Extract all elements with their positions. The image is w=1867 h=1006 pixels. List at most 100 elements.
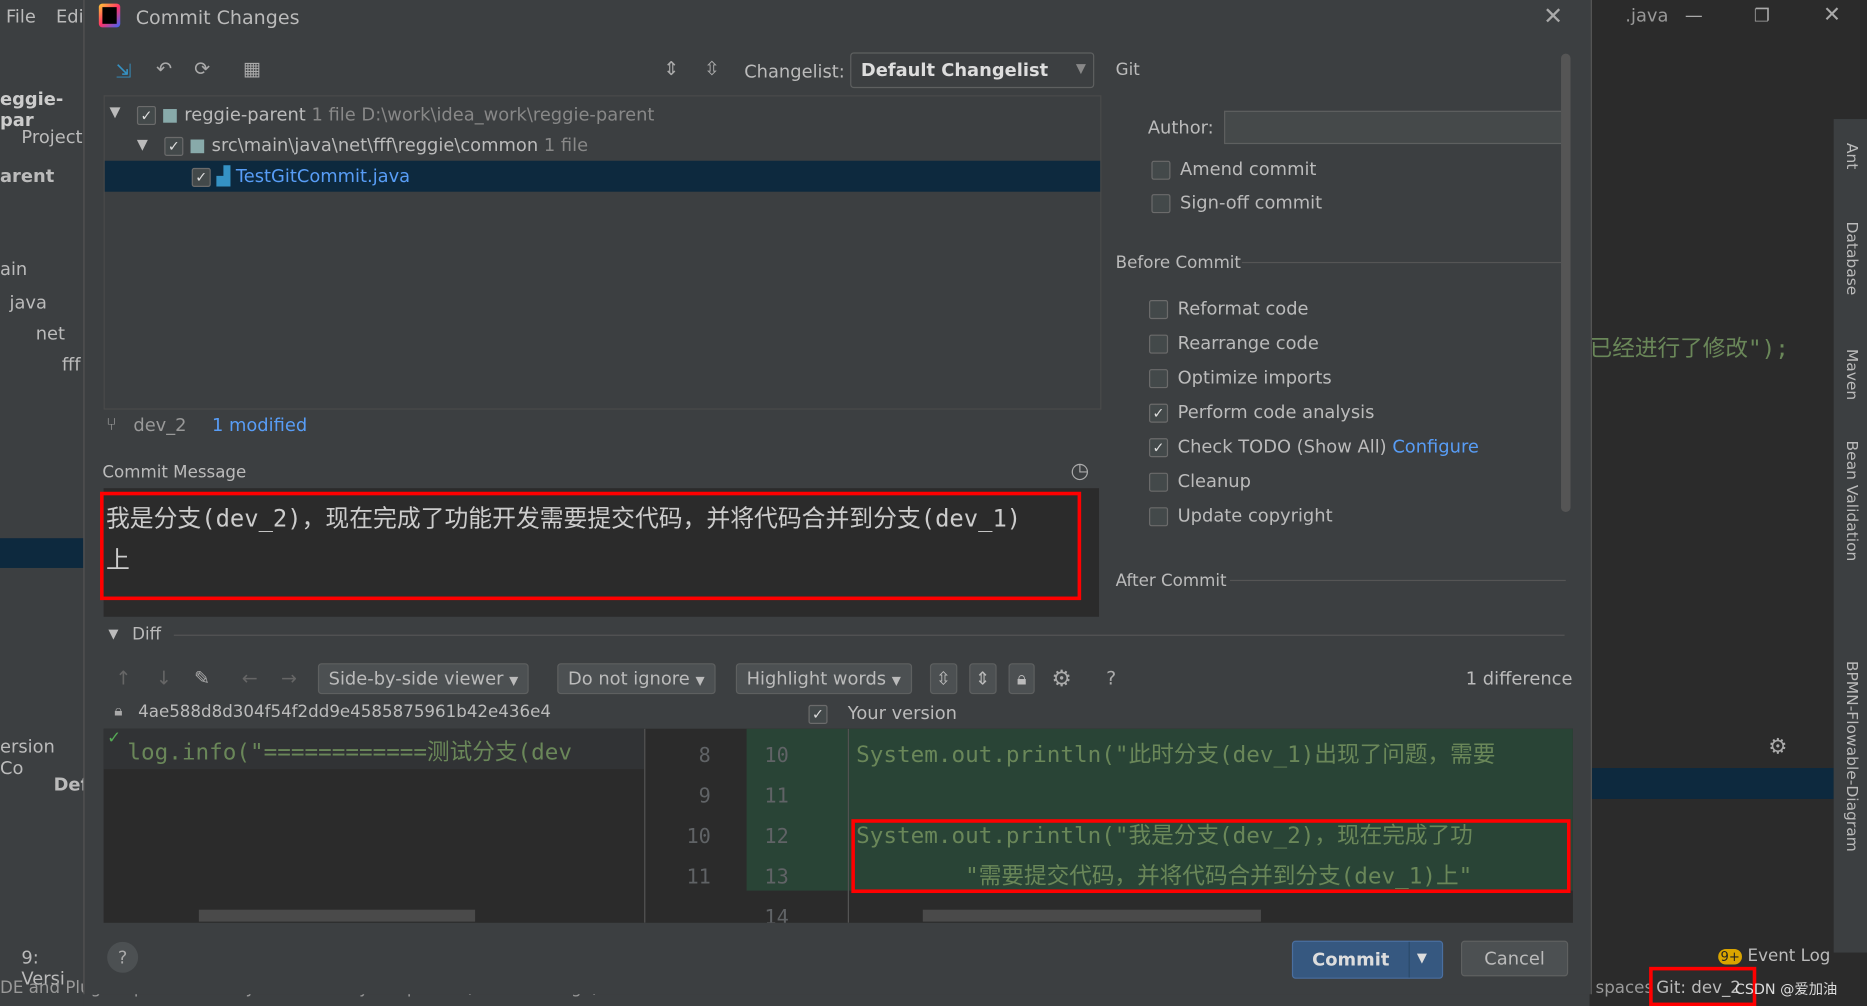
highlight-dropdown[interactable]: Highlight words ▼ xyxy=(735,663,912,695)
gear-icon[interactable]: ⚙ xyxy=(1768,735,1787,760)
expand-arrow-icon[interactable]: ▼ xyxy=(110,104,121,121)
sync-scroll-icon[interactable]: ⇕ xyxy=(969,663,997,695)
left-hscrollbar[interactable] xyxy=(198,909,476,922)
collapse-all-icon[interactable]: ⇳ xyxy=(704,57,720,80)
expand-all-icon[interactable]: ⇕ xyxy=(663,57,679,80)
dialog-title: Commit Changes xyxy=(135,5,300,29)
checkbox[interactable]: ✓ xyxy=(136,105,156,125)
group-by-icon[interactable]: ▦ xyxy=(243,57,261,80)
project-tab[interactable]: Project xyxy=(21,126,82,147)
tree-item[interactable]: fff xyxy=(62,354,81,375)
tool-maven[interactable]: Maven xyxy=(1842,348,1860,399)
minimize-icon[interactable]: — xyxy=(1685,5,1703,26)
tree-item[interactable]: java xyxy=(10,292,47,313)
menu-edit[interactable]: Edi xyxy=(56,6,84,27)
option-label: Cleanup xyxy=(1177,470,1251,492)
close-window-icon[interactable]: ✕ xyxy=(1823,2,1841,27)
amend-commit-checkbox[interactable] xyxy=(1151,160,1171,180)
chevron-down-icon: ▼ xyxy=(891,675,901,689)
viewer-value: Side-by-side viewer xyxy=(328,667,504,690)
close-icon[interactable]: ✕ xyxy=(1543,1,1563,30)
watermark: CSDN @爱加油 xyxy=(1734,981,1838,998)
options-scrollbar[interactable] xyxy=(1561,53,1571,513)
ide-left-background: File Edi eggie-par Project arent ain jav… xyxy=(0,0,598,1006)
divider xyxy=(1229,579,1566,582)
tool-database[interactable]: Database xyxy=(1842,222,1860,296)
edit-icon[interactable]: ✎ xyxy=(194,667,210,690)
lock-icon[interactable]: 🔒︎ xyxy=(1008,663,1035,695)
tool-bpmn[interactable]: BPMN-Flowable-Diagram xyxy=(1842,661,1860,852)
menu-file[interactable]: File xyxy=(6,6,36,27)
optimize-imports-checkbox[interactable] xyxy=(1149,368,1169,388)
help-icon[interactable]: ? xyxy=(1106,667,1116,690)
option-label: Check TODO (Show All) xyxy=(1177,435,1387,458)
code-analysis-checkbox[interactable]: ✓ xyxy=(1149,403,1169,423)
reformat-checkbox[interactable] xyxy=(1149,299,1169,319)
commit-button[interactable]: Commit ▼ xyxy=(1291,940,1444,979)
sign-off-checkbox[interactable] xyxy=(1151,193,1171,213)
editor-tab[interactable]: .java xyxy=(1625,5,1668,26)
ignore-dropdown[interactable]: Do not ignore ▼ xyxy=(557,663,716,695)
event-log-label: Event Log xyxy=(1747,946,1831,966)
tree-item[interactable]: net xyxy=(36,323,65,344)
commit-message-label: Commit Message xyxy=(102,463,247,483)
branch-name: dev_2 xyxy=(133,414,187,436)
tree-row-file[interactable]: ✓ ▟ TestGitCommit.java xyxy=(104,160,1101,192)
checkbox[interactable]: ✓ xyxy=(164,136,184,156)
tree-item[interactable]: ain xyxy=(0,258,27,279)
rollback-icon[interactable]: ↶ xyxy=(156,57,172,80)
modified-link[interactable]: 1 modified xyxy=(212,414,307,435)
diff-collapse-icon[interactable]: ▼ xyxy=(108,626,118,641)
back-icon[interactable]: ← xyxy=(242,667,258,690)
copyright-checkbox[interactable] xyxy=(1149,506,1169,526)
checkbox[interactable]: ✓ xyxy=(191,167,211,187)
changes-tree: ▼ ✓ ■ reggie-parent 1 file D:\work\idea_… xyxy=(103,95,1102,410)
sign-off-label: Sign-off commit xyxy=(1179,191,1323,214)
author-input[interactable] xyxy=(1224,110,1566,145)
indent-status[interactable]: spaces xyxy=(1596,979,1654,998)
check-todo-checkbox[interactable]: ✓ xyxy=(1149,437,1169,457)
code-line: System.out.println("此时分支(dev_1)出现了问题，需要 xyxy=(856,741,1496,769)
collapse-unchanged-icon[interactable]: ⇳ xyxy=(929,663,957,695)
before-commit-title: Before Commit xyxy=(1115,253,1241,273)
next-diff-icon[interactable]: ↓ xyxy=(156,667,172,690)
changelist-value: Default Changelist xyxy=(860,59,1049,81)
tree-name: src\main\java\net\fff\reggie\common xyxy=(211,134,539,156)
cleanup-checkbox[interactable] xyxy=(1149,472,1169,492)
restore-icon[interactable]: ❐ xyxy=(1754,5,1770,26)
tree-name: TestGitCommit.java xyxy=(235,165,411,187)
check-icon: ✓ xyxy=(107,728,122,748)
chevron-down-icon[interactable]: ▼ xyxy=(1417,950,1427,965)
refresh-icon[interactable]: ⟳ xyxy=(194,57,210,80)
show-diff-icon[interactable]: ⇲ xyxy=(115,60,131,83)
event-log[interactable]: 9+ Event Log xyxy=(1718,947,1830,966)
expand-arrow-icon[interactable]: ▼ xyxy=(137,136,148,153)
tool-ant[interactable]: Ant xyxy=(1842,143,1860,169)
your-version-checkbox[interactable]: ✓ xyxy=(808,704,828,724)
commit-message-input[interactable]: 我是分支(dev_2)，现在完成了功能开发需要提交代码，并将代码合并到分支(de… xyxy=(106,498,1035,581)
divider xyxy=(644,728,646,923)
tree-row-package[interactable]: ✓ ■ src\main\java\net\fff\reggie\common … xyxy=(164,135,588,156)
history-icon[interactable]: ◷ xyxy=(1070,458,1089,483)
rearrange-checkbox[interactable] xyxy=(1149,333,1169,354)
forward-icon[interactable]: → xyxy=(281,667,297,690)
commit-label: Commit xyxy=(1312,948,1390,971)
left-code-line: log.info("============测试分支(dev xyxy=(127,739,573,766)
commit-dialog: Commit Changes ✕ ⇲ ↶ ⟳ ▦ ⇕ ⇳ Changelist:… xyxy=(83,0,1592,995)
highlight-value: Highlight words xyxy=(746,667,887,690)
option-label: Rearrange code xyxy=(1177,332,1319,354)
help-button[interactable]: ? xyxy=(107,941,139,973)
tree-row-root[interactable]: ✓ ■ reggie-parent 1 file D:\work\idea_wo… xyxy=(136,104,654,125)
right-hscrollbar[interactable] xyxy=(922,909,1261,922)
git-branch-status[interactable]: Git: dev_2 xyxy=(1656,979,1741,998)
diff-highlight-box xyxy=(851,819,1571,894)
changelist-dropdown[interactable]: Default Changelist ▼ xyxy=(850,52,1095,89)
viewer-dropdown[interactable]: Side-by-side viewer ▼ xyxy=(317,663,530,695)
branch-icon: ⑂ xyxy=(105,413,117,435)
prev-diff-icon[interactable]: ↑ xyxy=(115,667,131,690)
settings-gear-icon[interactable]: ⚙ xyxy=(1051,666,1071,692)
tool-bean-validation[interactable]: Bean Validation xyxy=(1842,440,1860,561)
event-count-badge: 9+ xyxy=(1718,949,1743,965)
cancel-button[interactable]: Cancel xyxy=(1460,940,1569,977)
configure-link[interactable]: Configure xyxy=(1392,436,1479,457)
